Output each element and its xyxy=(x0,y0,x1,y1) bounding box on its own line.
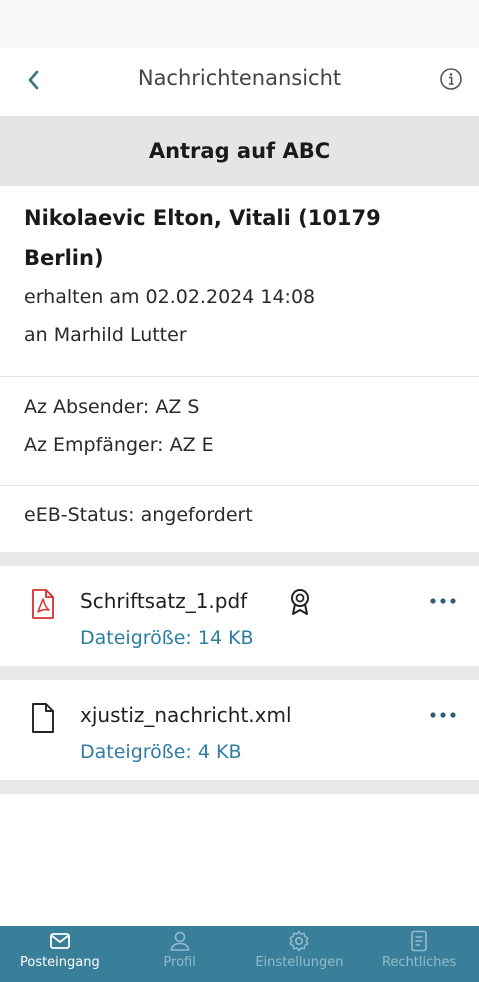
info-icon xyxy=(440,68,462,90)
attachment-size: Dateigröße: 14 KB xyxy=(80,627,254,649)
nav-item-posteingang[interactable]: Posteingang xyxy=(0,926,120,982)
attachment-row[interactable]: xjustiz_nachricht.xml Dateigröße: 4 KB xyxy=(0,698,479,788)
pdf-file-icon xyxy=(32,589,54,619)
envelope-icon xyxy=(49,933,70,949)
file-icon xyxy=(32,703,54,733)
nav-item-rechtliches[interactable]: Rechtliches xyxy=(359,926,479,982)
top-bar: Nachrichtenansicht xyxy=(0,48,479,116)
info-button[interactable] xyxy=(433,61,469,97)
more-icon xyxy=(430,712,456,718)
eeb-status: eEB-Status: angefordert xyxy=(24,504,253,526)
az-recipient: Az Empfänger: AZ E xyxy=(24,434,214,456)
message-subject: Antrag auf ABC xyxy=(148,139,331,163)
more-icon xyxy=(430,598,456,604)
az-sender: Az Absender: AZ S xyxy=(24,396,200,418)
nav-label: Profil xyxy=(163,955,196,970)
chevron-left-icon xyxy=(28,70,39,90)
attachment-name: Schriftsatz_1.pdf xyxy=(80,589,248,613)
nav-item-profil[interactable]: Profil xyxy=(120,926,240,982)
eeb-status-block: eEB-Status: angefordert xyxy=(24,496,253,534)
section-spacer xyxy=(0,666,479,680)
attachment-name: xjustiz_nachricht.xml xyxy=(80,703,292,727)
gear-icon xyxy=(289,930,309,952)
document-icon xyxy=(411,930,427,952)
received-date: erhalten am 02.02.2024 14:08 xyxy=(24,286,316,308)
certificate-badge-icon xyxy=(291,589,309,615)
divider xyxy=(0,376,479,377)
status-bar-area xyxy=(0,0,479,48)
back-button[interactable] xyxy=(14,60,54,100)
attachment-size: Dateigröße: 4 KB xyxy=(80,741,242,763)
section-spacer xyxy=(0,780,479,794)
nav-label: Einstellungen xyxy=(255,955,344,970)
bottom-navigation: Posteingang Profil Einstellungen Rechtli… xyxy=(0,926,479,982)
reference-block: Az Absender: AZ S Az Empfänger: AZ E xyxy=(24,388,214,464)
sender-block: Nikolaevic Elton, Vitali (10179 Berlin) … xyxy=(24,198,459,354)
attachment-row[interactable]: Schriftsatz_1.pdf Dateigröße: 14 KB xyxy=(0,584,479,674)
nav-label: Rechtliches xyxy=(381,955,457,970)
page-title: Nachrichtenansicht xyxy=(137,66,342,90)
divider xyxy=(0,485,479,486)
nav-item-einstellungen[interactable]: Einstellungen xyxy=(240,926,360,982)
more-options-button[interactable] xyxy=(419,584,467,618)
section-spacer xyxy=(0,552,479,566)
subject-bar: Antrag auf ABC xyxy=(0,116,479,186)
sender-name: Nikolaevic Elton, Vitali (10179 Berlin) xyxy=(24,206,381,270)
nav-label: Posteingang xyxy=(19,955,100,970)
recipient-name: an Marhild Lutter xyxy=(24,324,187,346)
more-options-button[interactable] xyxy=(419,698,467,732)
user-icon xyxy=(170,931,190,951)
